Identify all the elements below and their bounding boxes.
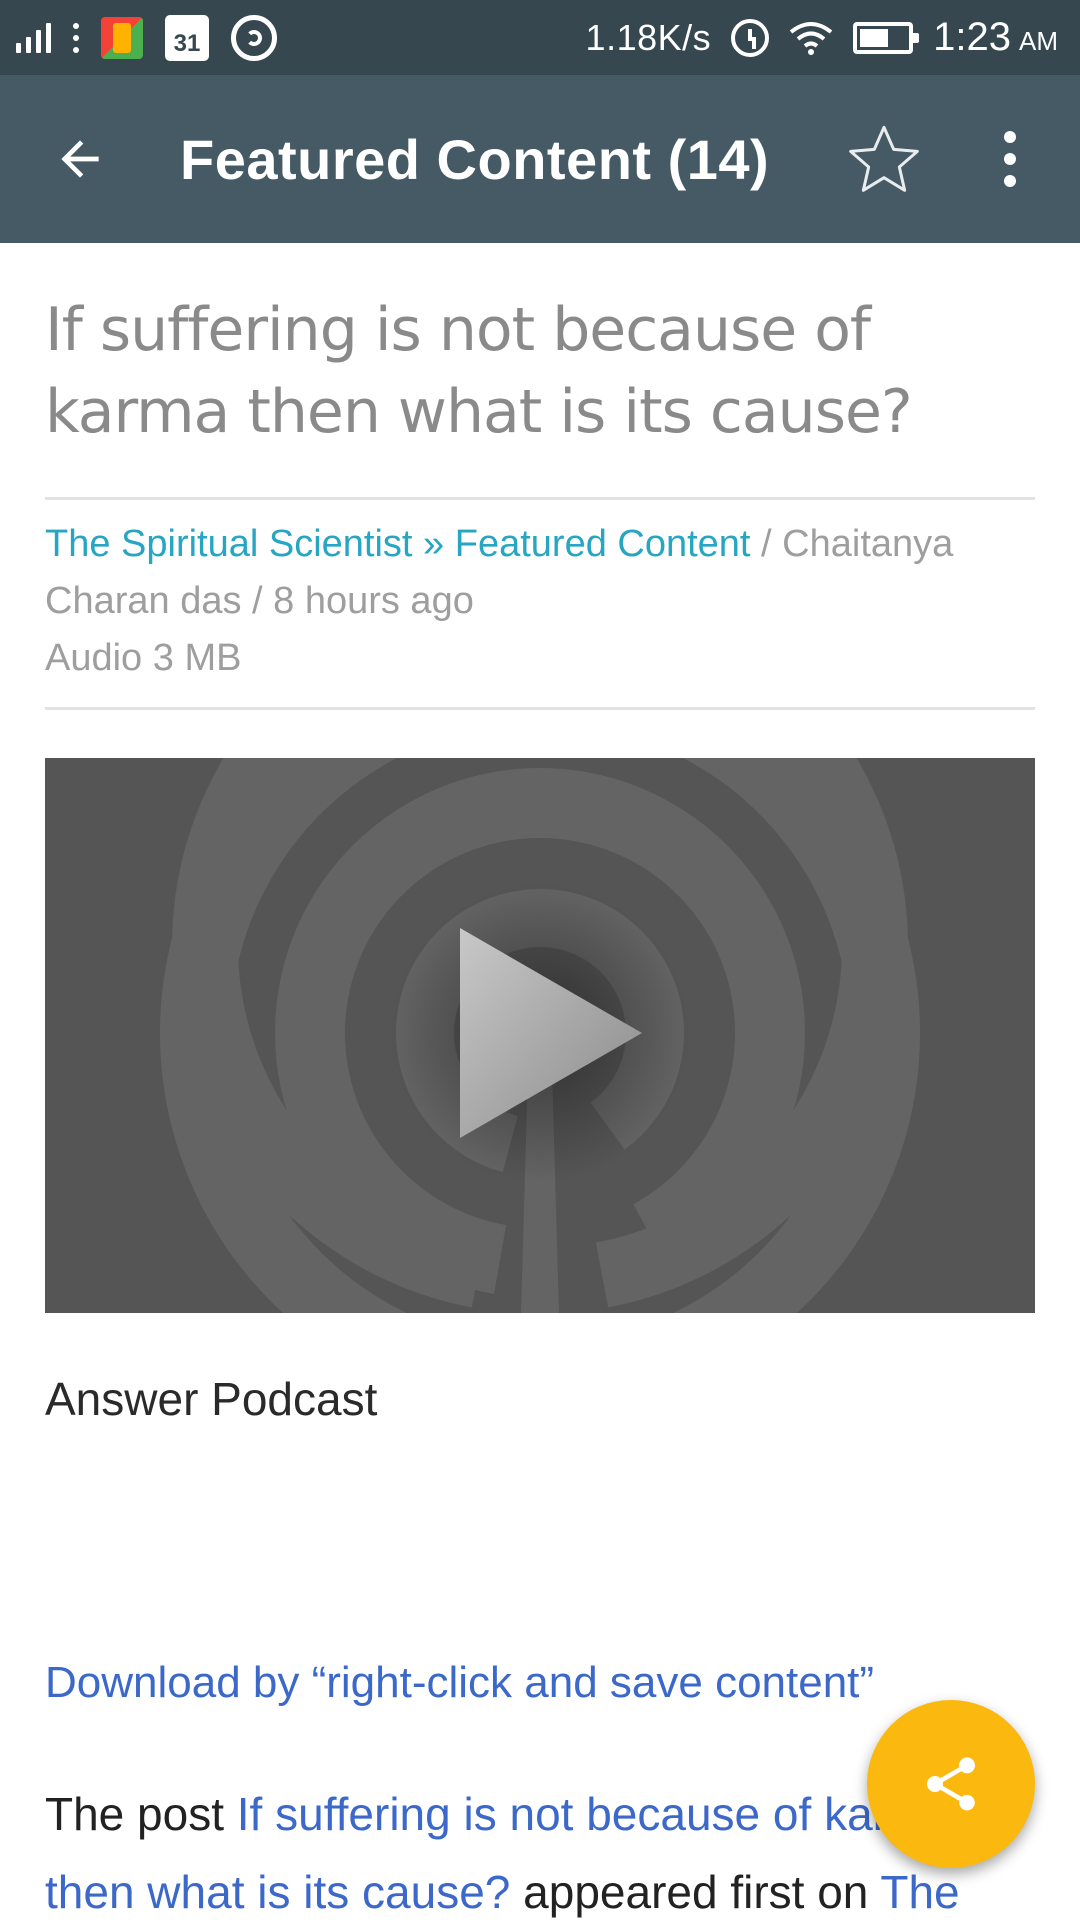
calendar-icon: 31: [165, 14, 209, 61]
article: If suffering is not because of karma the…: [45, 243, 1035, 1931]
site-footer-link[interactable]: The: [880, 1866, 959, 1918]
site-link[interactable]: The Spiritual Scientist: [45, 523, 413, 565]
download-link[interactable]: Download by “right-click and save conten…: [45, 1655, 1035, 1711]
more-vert-icon[interactable]: [980, 115, 1040, 203]
battery-icon: [853, 21, 920, 54]
post-meta: The Spiritual Scientist » Featured Conte…: [45, 500, 1035, 707]
wifi-icon: [789, 21, 833, 55]
favorite-button[interactable]: [840, 115, 928, 203]
star-outline-icon: [849, 125, 919, 192]
whatsapp-icon: [231, 14, 277, 61]
divider: [45, 707, 1035, 710]
alarm-icon: [731, 18, 770, 57]
podcast-artwork: [45, 758, 1035, 1313]
breadcrumb-separator: »: [412, 523, 455, 565]
signal-icon: [16, 22, 51, 53]
attachment-info: Audio 3 MB: [45, 637, 242, 679]
status-bar: 31 1.18K/s 1:23 AM: [0, 0, 1080, 75]
app-bar: Featured Content (14): [0, 75, 1080, 243]
more-notifications-icon: [73, 22, 79, 53]
share-button[interactable]: [867, 1700, 1035, 1868]
page-title: Featured Content (14): [180, 127, 770, 191]
post-title: If suffering is not because of karma the…: [45, 295, 913, 447]
clock: 1:23 AM: [933, 15, 1058, 59]
category-link[interactable]: Featured Content: [455, 523, 751, 565]
security-app-icon: [101, 16, 143, 59]
share-icon: [927, 1757, 975, 1811]
back-button[interactable]: [40, 119, 120, 199]
audio-player[interactable]: [45, 758, 1035, 1313]
network-speed: 1.18K/s: [585, 16, 712, 58]
arrow-left-icon: [61, 140, 99, 178]
podcast-label: Answer Podcast: [45, 1373, 378, 1425]
